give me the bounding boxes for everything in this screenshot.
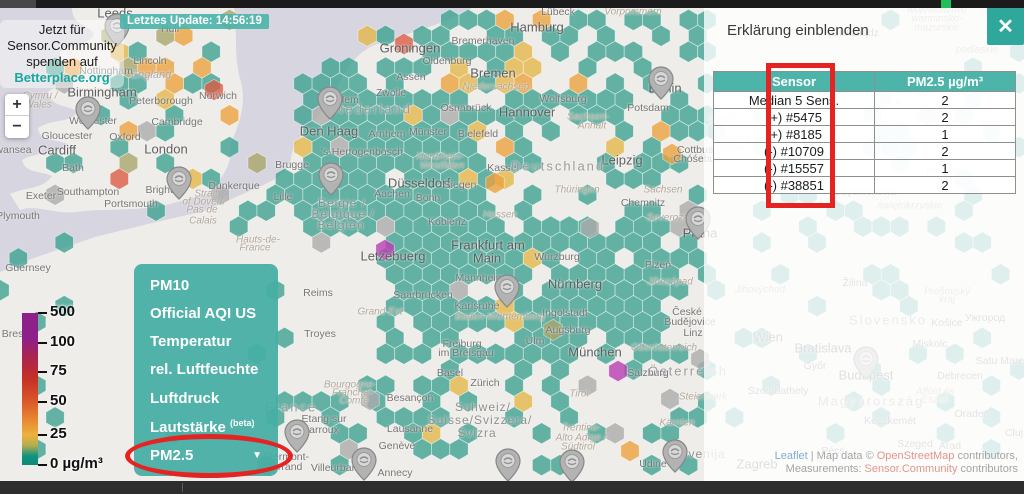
map-pin[interactable] bbox=[76, 97, 100, 129]
legend-tick-label: 25 bbox=[50, 425, 67, 442]
sensor-cell[interactable]: (+) #5475 bbox=[714, 109, 875, 126]
donation-line: spenden auf bbox=[0, 54, 124, 70]
value-cell: 2 bbox=[875, 177, 1016, 194]
attribution-text: | Map data © bbox=[808, 450, 877, 462]
sensor-community-map-app: LeedsHullLincolnEnglandNottinghamBirming… bbox=[0, 0, 1024, 494]
layer-menu-item-temperatur[interactable]: Temperatur bbox=[150, 333, 268, 350]
layer-menu-item-pm10[interactable]: PM10 bbox=[150, 277, 268, 294]
sensor-cell[interactable]: (-) #15557 bbox=[714, 160, 875, 177]
map-pin[interactable] bbox=[560, 450, 584, 482]
sensor-community-link[interactable]: Sensor.Community bbox=[865, 463, 958, 475]
map-pin[interactable] bbox=[495, 275, 519, 307]
zoom-control: + − bbox=[5, 94, 29, 138]
map-pin[interactable] bbox=[649, 67, 673, 99]
close-icon[interactable]: ✕ bbox=[987, 7, 1024, 45]
legend-tick bbox=[38, 312, 47, 314]
top-chrome-bar bbox=[0, 0, 1024, 8]
pm25-column-header: PM2.5 µg/m³ bbox=[875, 72, 1016, 92]
attribution-line2: Measurements: Sensor.Community contribut… bbox=[775, 463, 1018, 476]
zoom-in-button[interactable]: + bbox=[5, 94, 29, 116]
last-update-badge: Letztes Update: 14:56:19 bbox=[120, 14, 269, 29]
top-bar-green-indicator bbox=[941, 0, 951, 8]
table-row: Median 5 Sens.2 bbox=[714, 92, 1016, 109]
map-pin[interactable] bbox=[663, 440, 687, 472]
chevron-down-icon: ▼ bbox=[252, 450, 262, 461]
map-pin[interactable] bbox=[496, 449, 520, 481]
value-cell: 1 bbox=[875, 126, 1016, 143]
map-pin[interactable] bbox=[318, 87, 342, 119]
legend-tick-label: 50 bbox=[50, 392, 67, 409]
table-row: (+) #54752 bbox=[714, 109, 1016, 126]
table-row: (-) #107092 bbox=[714, 143, 1016, 160]
bottom-chrome-bar bbox=[0, 481, 1024, 494]
legend-gradient-bar bbox=[22, 313, 38, 465]
sensor-cell[interactable]: (-) #10709 bbox=[714, 143, 875, 160]
legend-tick bbox=[38, 434, 47, 436]
layer-menu-item-pm25-selected[interactable]: PM2.5 ▼ bbox=[150, 447, 268, 464]
legend-tick bbox=[38, 342, 47, 344]
layer-menu: PM10 Official AQI US Temperatur rel. Luftfe… bbox=[134, 264, 278, 476]
osm-link[interactable]: OpenStreetMap bbox=[877, 450, 955, 462]
leaflet-link[interactable]: Leaflet bbox=[775, 450, 808, 462]
legend-tick-label: 0 µg/m³ bbox=[50, 455, 103, 472]
value-cell: 2 bbox=[875, 92, 1016, 109]
donation-line: Sensor.Community bbox=[0, 38, 124, 54]
sensor-column-header: Sensor bbox=[714, 72, 875, 92]
attribution-text: Measurements: bbox=[786, 463, 865, 475]
top-bar-corner bbox=[0, 0, 36, 8]
map-pin[interactable] bbox=[352, 448, 376, 480]
legend-tick-label: 75 bbox=[50, 362, 67, 379]
donation-note: Jetzt für Sensor.Community spenden auf B… bbox=[0, 20, 124, 88]
layer-menu-item-lautstaerke[interactable]: Lautstärke (beta) bbox=[150, 418, 268, 436]
table-row: (-) #155571 bbox=[714, 160, 1016, 177]
legend-tick bbox=[38, 371, 47, 373]
legend-tick bbox=[38, 464, 47, 466]
bottom-bar-divider bbox=[182, 483, 183, 492]
attribution-line1: Leaflet | Map data © OpenStreetMap contr… bbox=[775, 450, 1018, 463]
layer-menu-item-luftdruck[interactable]: Luftdruck bbox=[150, 390, 268, 407]
sensor-cell[interactable]: Median 5 Sens. bbox=[714, 92, 875, 109]
map-attribution: Leaflet | Map data © OpenStreetMap contr… bbox=[775, 450, 1018, 476]
map-pin[interactable] bbox=[167, 167, 191, 199]
selected-layer-label: PM2.5 bbox=[150, 447, 193, 464]
table-header-row: Sensor PM2.5 µg/m³ bbox=[714, 72, 1016, 92]
sensor-cell[interactable]: (-) #38851 bbox=[714, 177, 875, 194]
layer-menu-item-official-aqi-us[interactable]: Official AQI US bbox=[150, 305, 268, 322]
betterplace-link[interactable]: Betterplace.org bbox=[0, 70, 124, 86]
attribution-text: contributors, bbox=[954, 450, 1018, 462]
layer-menu-item-rel-luftfeuchte[interactable]: rel. Luftfeuchte bbox=[150, 361, 268, 378]
table-row: (-) #388512 bbox=[714, 177, 1016, 194]
attribution-text: contributors bbox=[957, 463, 1018, 475]
donation-line: Jetzt für bbox=[0, 22, 124, 38]
table-row: (+) #81851 bbox=[714, 126, 1016, 143]
value-cell: 2 bbox=[875, 109, 1016, 126]
explanation-toggle[interactable]: Erklärung einblenden bbox=[727, 22, 869, 39]
value-cell: 1 bbox=[875, 160, 1016, 177]
legend-tick-label: 500 bbox=[50, 303, 75, 320]
legend-tick-label: 100 bbox=[50, 333, 75, 350]
zoom-out-button[interactable]: − bbox=[5, 116, 29, 138]
legend-tick bbox=[38, 401, 47, 403]
sensor-table: Sensor PM2.5 µg/m³ Median 5 Sens.2(+) #5… bbox=[713, 71, 1016, 194]
sensor-cell[interactable]: (+) #8185 bbox=[714, 126, 875, 143]
value-cell: 2 bbox=[875, 143, 1016, 160]
map-pin[interactable] bbox=[285, 420, 309, 452]
map-pin[interactable] bbox=[319, 163, 343, 195]
